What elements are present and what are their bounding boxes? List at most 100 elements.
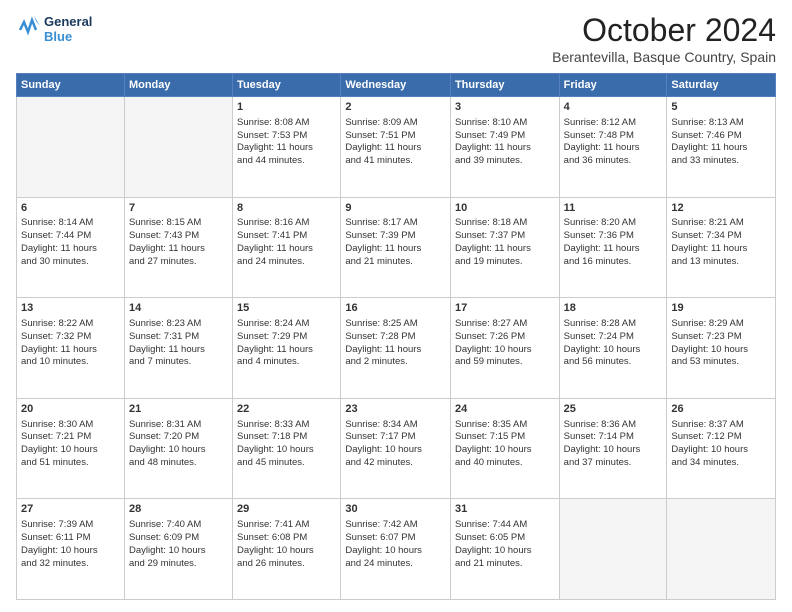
day-info-line: Daylight: 10 hours xyxy=(21,545,120,558)
day-info-line: Sunset: 7:12 PM xyxy=(671,431,771,444)
day-info-line: Sunrise: 8:34 AM xyxy=(345,419,446,432)
day-info-line: Sunrise: 8:08 AM xyxy=(237,117,336,130)
day-number: 7 xyxy=(129,201,228,216)
day-number: 13 xyxy=(21,301,120,316)
day-info-line: Sunrise: 8:15 AM xyxy=(129,217,228,230)
day-info-line: Sunrise: 8:10 AM xyxy=(455,117,555,130)
day-info-line: Sunset: 7:26 PM xyxy=(455,331,555,344)
day-info-line: Sunset: 7:32 PM xyxy=(21,331,120,344)
day-info-line: and 41 minutes. xyxy=(345,155,446,168)
header: General Blue October 2024 Berantevilla, … xyxy=(16,12,776,65)
calendar-cell: 26Sunrise: 8:37 AMSunset: 7:12 PMDayligh… xyxy=(667,398,776,499)
day-info-line: and 21 minutes. xyxy=(455,558,555,571)
day-info-line: Sunrise: 8:13 AM xyxy=(671,117,771,130)
day-info-line: Daylight: 11 hours xyxy=(21,344,120,357)
weekday-header-sunday: Sunday xyxy=(17,74,125,97)
day-info-line: Daylight: 10 hours xyxy=(237,444,336,457)
day-info-line: and 36 minutes. xyxy=(564,155,663,168)
day-number: 26 xyxy=(671,402,771,417)
calendar-cell: 21Sunrise: 8:31 AMSunset: 7:20 PMDayligh… xyxy=(124,398,232,499)
logo-words: General Blue xyxy=(44,15,92,45)
day-number: 22 xyxy=(237,402,336,417)
calendar-cell xyxy=(124,97,232,198)
day-info-line: Sunset: 7:20 PM xyxy=(129,431,228,444)
day-info-line: and 34 minutes. xyxy=(671,457,771,470)
logo-wave-icon xyxy=(16,12,40,48)
day-info-line: and 24 minutes. xyxy=(237,256,336,269)
weekday-header-tuesday: Tuesday xyxy=(233,74,341,97)
day-number: 24 xyxy=(455,402,555,417)
calendar-cell: 19Sunrise: 8:29 AMSunset: 7:23 PMDayligh… xyxy=(667,298,776,399)
day-info-line: Sunrise: 8:28 AM xyxy=(564,318,663,331)
day-info-line: Sunrise: 8:27 AM xyxy=(455,318,555,331)
calendar-cell: 12Sunrise: 8:21 AMSunset: 7:34 PMDayligh… xyxy=(667,197,776,298)
day-info-line: and 37 minutes. xyxy=(564,457,663,470)
day-info-line: Daylight: 11 hours xyxy=(237,142,336,155)
weekday-header-wednesday: Wednesday xyxy=(341,74,451,97)
day-number: 6 xyxy=(21,201,120,216)
day-info-line: Daylight: 10 hours xyxy=(564,344,663,357)
day-info-line: Sunset: 7:17 PM xyxy=(345,431,446,444)
day-info-line: and 16 minutes. xyxy=(564,256,663,269)
day-info-line: Daylight: 10 hours xyxy=(345,545,446,558)
calendar-cell: 10Sunrise: 8:18 AMSunset: 7:37 PMDayligh… xyxy=(450,197,559,298)
day-number: 14 xyxy=(129,301,228,316)
day-number: 31 xyxy=(455,502,555,517)
calendar-cell: 11Sunrise: 8:20 AMSunset: 7:36 PMDayligh… xyxy=(559,197,667,298)
day-info-line: Sunset: 7:23 PM xyxy=(671,331,771,344)
day-info-line: and 44 minutes. xyxy=(237,155,336,168)
calendar-cell: 24Sunrise: 8:35 AMSunset: 7:15 PMDayligh… xyxy=(450,398,559,499)
calendar-cell xyxy=(17,97,125,198)
day-info-line: Sunset: 7:51 PM xyxy=(345,130,446,143)
day-info-line: Daylight: 11 hours xyxy=(237,243,336,256)
day-number: 23 xyxy=(345,402,446,417)
day-number: 30 xyxy=(345,502,446,517)
day-info-line: Daylight: 11 hours xyxy=(671,142,771,155)
calendar-cell: 23 Sunrise: 8:34 AMSunset: 7:17 PMDayligh… xyxy=(341,398,451,499)
day-info-line: and 45 minutes. xyxy=(237,457,336,470)
day-info-line: Sunrise: 7:40 AM xyxy=(129,519,228,532)
day-info-line: Sunset: 7:34 PM xyxy=(671,230,771,243)
day-info-line: Sunset: 6:05 PM xyxy=(455,532,555,545)
day-info-line: Sunrise: 8:16 AM xyxy=(237,217,336,230)
day-info-line: and 32 minutes. xyxy=(21,558,120,571)
day-info-line: Daylight: 10 hours xyxy=(455,545,555,558)
location: Berantevilla, Basque Country, Spain xyxy=(552,49,776,65)
day-info-line: and 27 minutes. xyxy=(129,256,228,269)
day-info-line: Daylight: 10 hours xyxy=(21,444,120,457)
logo: General Blue xyxy=(16,12,92,48)
day-info-line: Sunrise: 8:35 AM xyxy=(455,419,555,432)
calendar-week-1: 1Sunrise: 8:08 AMSunset: 7:53 PMDaylight… xyxy=(17,97,776,198)
day-info-line: Sunrise: 8:18 AM xyxy=(455,217,555,230)
day-info-line: and 24 minutes. xyxy=(345,558,446,571)
day-info-line: Sunset: 7:29 PM xyxy=(237,331,336,344)
day-number: 10 xyxy=(455,201,555,216)
day-info-line: Sunset: 7:24 PM xyxy=(564,331,663,344)
calendar-cell: 25Sunrise: 8:36 AMSunset: 7:14 PMDayligh… xyxy=(559,398,667,499)
day-info-line: Sunset: 7:49 PM xyxy=(455,130,555,143)
day-info-line: Daylight: 11 hours xyxy=(345,142,446,155)
calendar-cell: 3Sunrise: 8:10 AMSunset: 7:49 PMDaylight… xyxy=(450,97,559,198)
day-info-line: Daylight: 10 hours xyxy=(345,444,446,457)
day-info-line: and 21 minutes. xyxy=(345,256,446,269)
day-number: 11 xyxy=(564,201,663,216)
day-info-line: Daylight: 11 hours xyxy=(21,243,120,256)
calendar-cell xyxy=(667,499,776,600)
day-info-line: and 53 minutes. xyxy=(671,356,771,369)
day-number: 1 xyxy=(237,100,336,115)
calendar-cell: 18 Sunrise: 8:28 AMSunset: 7:24 PMDayligh… xyxy=(559,298,667,399)
calendar-cell: 7Sunrise: 8:15 AMSunset: 7:43 PMDaylight… xyxy=(124,197,232,298)
day-info-line: Sunrise: 8:21 AM xyxy=(671,217,771,230)
day-info-line: Sunrise: 7:39 AM xyxy=(21,519,120,532)
day-info-line: and 56 minutes. xyxy=(564,356,663,369)
day-info-line: and 40 minutes. xyxy=(455,457,555,470)
day-info-line: and 29 minutes. xyxy=(129,558,228,571)
day-info-line: Daylight: 11 hours xyxy=(455,142,555,155)
day-info-line: and 26 minutes. xyxy=(237,558,336,571)
day-number: 28 xyxy=(129,502,228,517)
calendar-cell: 13Sunrise: 8:22 AMSunset: 7:32 PMDayligh… xyxy=(17,298,125,399)
day-number: 18 xyxy=(564,301,663,316)
day-number: 15 xyxy=(237,301,336,316)
calendar-cell: 28Sunrise: 7:40 AMSunset: 6:09 PMDayligh… xyxy=(124,499,232,600)
calendar-cell: 2Sunrise: 8:09 AMSunset: 7:51 PMDaylight… xyxy=(341,97,451,198)
